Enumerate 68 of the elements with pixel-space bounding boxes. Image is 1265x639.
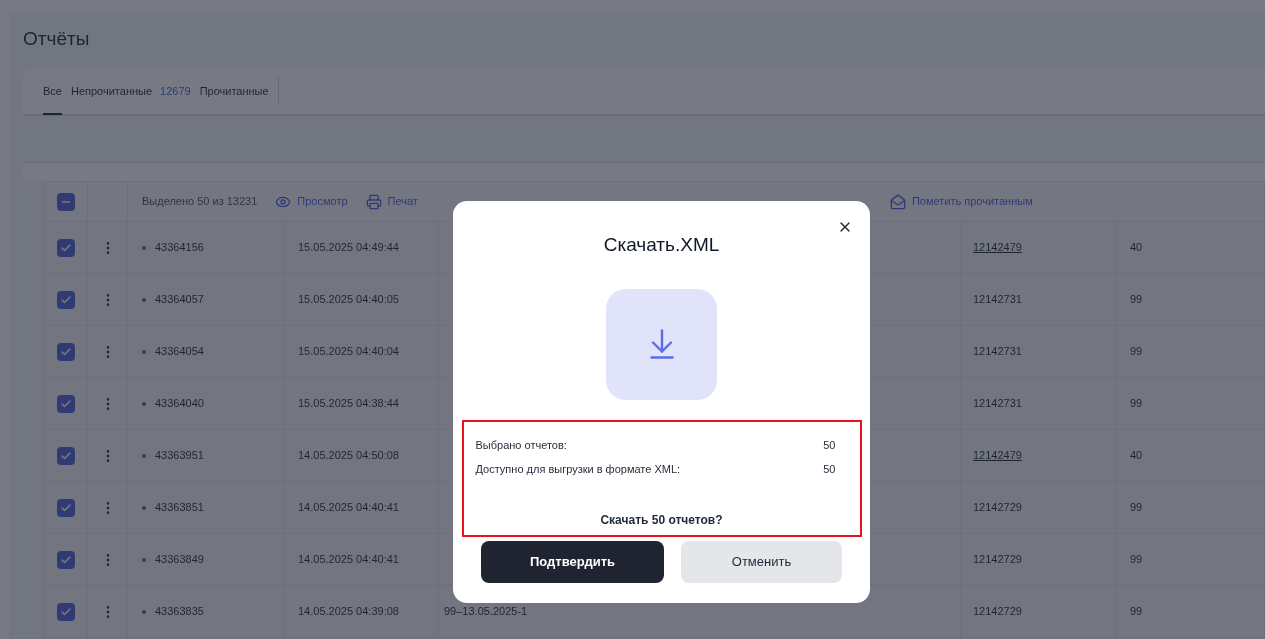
stat-value: 50 <box>823 462 836 478</box>
number-cell-text: 12142731 <box>973 344 1022 360</box>
check-icon <box>60 553 72 566</box>
check-icon <box>60 293 72 306</box>
row-checkbox[interactable] <box>57 498 75 517</box>
report-id: 43364057 <box>155 292 204 308</box>
tab[interactable]: Непрочитанные 12679 <box>70 69 191 115</box>
select-all-checkbox[interactable] <box>57 192 75 211</box>
check-icon <box>60 605 72 618</box>
number-cell-text: 12142729 <box>973 500 1022 516</box>
toolbar-action[interactable]: Пометить прочитанным <box>889 193 1033 210</box>
check-icon <box>60 397 72 410</box>
value-cell-text: 99 <box>1130 292 1143 308</box>
date-cell-text: 15.05.2025 04:49:44 <box>298 240 399 256</box>
value-cell-text: 99 <box>1130 500 1143 516</box>
value-cell-text: 99 <box>1130 604 1143 620</box>
number-cell-text: 12142731 <box>973 292 1022 308</box>
toolbar-action[interactable]: Просмотр <box>275 193 348 210</box>
row-checkbox[interactable] <box>57 342 75 361</box>
report-id: 43363951 <box>155 448 204 464</box>
number-cell-text: 12142731 <box>973 396 1022 412</box>
value-cell-text: 40 <box>1130 240 1143 256</box>
report-id: 43364054 <box>155 344 204 360</box>
row-checkbox[interactable] <box>57 446 75 465</box>
row-checkbox[interactable] <box>57 238 75 257</box>
date-cell-text: 15.05.2025 04:40:04 <box>298 344 399 360</box>
value-cell-text: 99 <box>1130 344 1143 360</box>
check-icon <box>60 501 72 514</box>
stat-value: 50 <box>823 438 836 454</box>
date-cell-text: 15.05.2025 04:40:05 <box>298 292 399 308</box>
printer-icon <box>365 193 382 210</box>
report-id: 43363835 <box>155 604 204 620</box>
confirm-question: Скачать 50 отчетов? <box>599 511 724 529</box>
selection-count: Выделено 50 из 13231 <box>142 194 258 210</box>
toolbar-action[interactable]: Печат <box>365 193 418 210</box>
table-cell-text: 99–13.05.2025-1 <box>444 604 528 620</box>
report-id: 43364040 <box>155 396 204 412</box>
date-cell-text: 14.05.2025 04:39:08 <box>298 604 399 620</box>
value-cell-text: 40 <box>1130 448 1143 464</box>
check-icon <box>60 241 72 254</box>
page-title: Отчёты <box>22 27 91 51</box>
download-icon <box>606 288 717 400</box>
row-checkbox[interactable] <box>57 290 75 309</box>
stat-label: Доступно для выгрузки в формате XML: <box>475 462 681 478</box>
number-link[interactable]: 12142479 <box>973 239 1022 256</box>
number-link[interactable]: 12142479 <box>973 447 1022 464</box>
cancel-button[interactable]: Отменить <box>681 540 842 583</box>
stat-label: Выбрано отчетов: <box>475 438 567 454</box>
check-icon <box>60 449 72 462</box>
report-id: 43363851 <box>155 500 204 516</box>
number-cell-text: 12142729 <box>973 552 1022 568</box>
date-cell-text: 14.05.2025 04:40:41 <box>298 552 399 568</box>
report-id: 43364156 <box>155 240 204 256</box>
envelope-icon <box>889 193 906 210</box>
number-cell-text: 12142729 <box>973 604 1022 620</box>
dialog-title: Скачать.XML <box>603 233 720 257</box>
confirm-button[interactable]: Подтвердить <box>481 540 664 583</box>
value-cell-text: 99 <box>1130 396 1143 412</box>
row-checkbox[interactable] <box>57 394 75 413</box>
row-checkbox[interactable] <box>57 550 75 569</box>
value-cell-text: 99 <box>1130 552 1143 568</box>
date-cell-text: 14.05.2025 04:40:41 <box>298 500 399 516</box>
row-checkbox[interactable] <box>57 602 75 621</box>
tab[interactable]: Прочитанные <box>199 69 269 115</box>
date-cell-text: 14.05.2025 04:50:08 <box>298 448 399 464</box>
date-cell-text: 15.05.2025 04:38:44 <box>298 396 399 412</box>
report-id: 43363849 <box>155 552 204 568</box>
check-icon <box>60 345 72 358</box>
